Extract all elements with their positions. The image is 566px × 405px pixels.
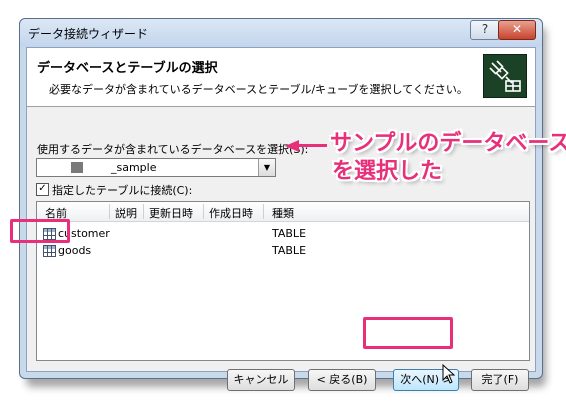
table-list[interactable]: 名前 説明 更新日時 作成日時 種類 customer TABLE goods … — [36, 201, 530, 361]
column-separator[interactable] — [143, 204, 144, 219]
column-separator[interactable] — [263, 204, 264, 219]
close-button[interactable]: ✕ — [498, 20, 536, 40]
table-row[interactable]: goods TABLE — [37, 243, 529, 259]
column-separator[interactable] — [109, 204, 110, 219]
column-separator[interactable] — [203, 204, 204, 219]
table-list-header: 名前 説明 更新日時 作成日時 種類 — [37, 202, 529, 222]
database-select-label: 使用するデータが含まれているデータベースを選択(S): — [37, 143, 309, 156]
database-select-value: _sample — [111, 161, 157, 174]
column-header-modified[interactable]: 更新日時 — [149, 205, 193, 221]
column-header-type[interactable]: 種類 — [272, 205, 294, 221]
back-button[interactable]: < 戻る(B) — [308, 369, 376, 391]
page-description: 必要なデータが含まれているデータベースとテーブル/キューブを選択してください。 — [49, 83, 468, 96]
redacted-text-block — [71, 162, 83, 173]
column-header-description[interactable]: 説明 — [115, 205, 137, 221]
wizard-window: データ接続ウィザード ? ✕ データベースとテーブルの選択 必要なデータが含まれ… — [19, 18, 543, 391]
goods-highlight-box — [10, 219, 70, 243]
help-button[interactable]: ? — [470, 20, 500, 40]
table-row[interactable]: customer TABLE — [37, 226, 529, 242]
next-button-highlight-box — [363, 317, 453, 349]
cancel-button[interactable]: キャンセル — [227, 369, 295, 391]
table-icon — [43, 245, 56, 257]
mouse-cursor-icon — [442, 363, 456, 387]
callout-arrow-shaft — [297, 144, 327, 147]
table-type: TABLE — [272, 244, 307, 257]
table-name: goods — [58, 244, 92, 257]
wizard-header: データベースとテーブルの選択 必要なデータが含まれているデータベースとテーブル/… — [27, 48, 535, 107]
database-select[interactable]: _sample ▼ — [36, 158, 276, 177]
connect-table-label: 指定したテーブルに接続(C): — [52, 184, 193, 197]
connect-table-checkbox[interactable]: ✓ — [36, 183, 49, 196]
table-type: TABLE — [272, 227, 307, 240]
title-bar: データ接続ウィザード ? ✕ — [20, 19, 542, 47]
finish-button[interactable]: 完了(F) — [471, 369, 529, 391]
window-title: データ接続ウィザード — [28, 27, 149, 41]
callout-text-line2: を選択した — [332, 159, 443, 184]
column-header-created[interactable]: 作成日時 — [209, 205, 253, 221]
page-title: データベースとテーブルの選択 — [37, 61, 218, 76]
wizard-content: データベースとテーブルの選択 必要なデータが含まれているデータベースとテーブル/… — [26, 47, 536, 391]
chevron-down-icon[interactable]: ▼ — [258, 159, 275, 176]
database-plug-icon — [483, 54, 527, 98]
